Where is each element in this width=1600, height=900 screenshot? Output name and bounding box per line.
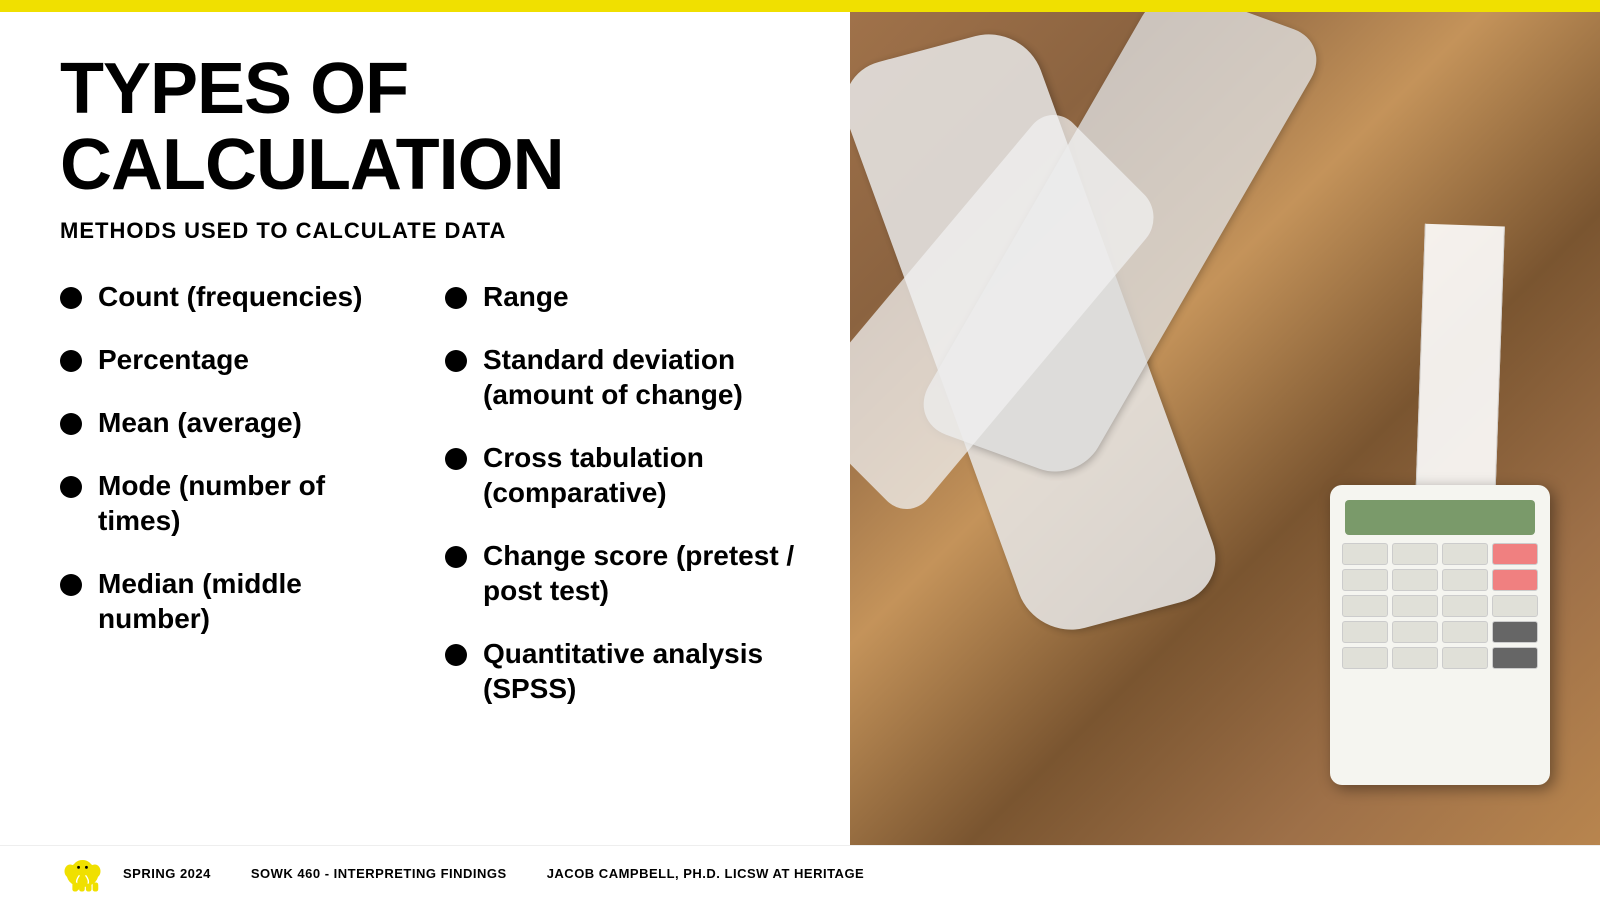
left-panel: TYPES OF CALCULATION METHODS USED TO CAL… xyxy=(0,12,850,845)
bullet-text: Standard deviation (amount of change) xyxy=(483,342,800,412)
list-item: Range xyxy=(445,279,800,314)
bullet-dot xyxy=(445,546,467,568)
footer-semester: SPRING 2024 xyxy=(123,866,211,881)
calc-btn xyxy=(1442,621,1488,643)
bullet-columns: Count (frequencies) Percentage Mean (ave… xyxy=(60,279,800,845)
calculator-display xyxy=(1345,500,1535,535)
calc-btn xyxy=(1442,543,1488,565)
calc-btn xyxy=(1442,647,1488,669)
calc-btn xyxy=(1392,621,1438,643)
subtitle: METHODS USED TO CALCULATE DATA xyxy=(60,218,800,244)
left-bullet-column: Count (frequencies) Percentage Mean (ave… xyxy=(60,279,415,845)
calc-btn xyxy=(1342,595,1388,617)
footer: SPRING 2024 SOWK 460 - INTERPRETING FIND… xyxy=(0,845,1600,900)
bullet-dot xyxy=(60,476,82,498)
bullet-dot xyxy=(60,287,82,309)
calc-btn xyxy=(1342,569,1388,591)
footer-course: SOWK 460 - INTERPRETING FINDINGS xyxy=(251,866,507,881)
list-item: Change score (pretest / post test) xyxy=(445,538,800,608)
bullet-text: Mode (number of times) xyxy=(98,468,415,538)
calculator-buttons xyxy=(1330,543,1550,669)
calc-btn xyxy=(1392,569,1438,591)
bullet-text: Change score (pretest / post test) xyxy=(483,538,800,608)
list-item: Median (middle number) xyxy=(60,566,415,636)
bullet-dot xyxy=(60,574,82,596)
main-content: TYPES OF CALCULATION METHODS USED TO CAL… xyxy=(0,12,1600,845)
calc-btn xyxy=(1392,543,1438,565)
bullet-dot xyxy=(445,448,467,470)
list-item: Mode (number of times) xyxy=(60,468,415,538)
bullet-dot xyxy=(445,644,467,666)
list-item: Count (frequencies) xyxy=(60,279,415,314)
bullet-text: Count (frequencies) xyxy=(98,279,362,314)
calc-btn-pink xyxy=(1492,543,1538,565)
elephant-logo xyxy=(60,851,105,896)
calc-btn-pink xyxy=(1492,569,1538,591)
calc-btn xyxy=(1492,595,1538,617)
bullet-text: Range xyxy=(483,279,569,314)
bullet-dot xyxy=(60,350,82,372)
list-item: Standard deviation (amount of change) xyxy=(445,342,800,412)
calc-btn-dark xyxy=(1492,621,1538,643)
calc-btn xyxy=(1342,621,1388,643)
list-item: Mean (average) xyxy=(60,405,415,440)
bullet-text: Quantitative analysis (SPSS) xyxy=(483,636,800,706)
page-title: TYPES OF CALCULATION xyxy=(60,52,800,203)
wood-background xyxy=(850,12,1600,845)
bullet-text: Percentage xyxy=(98,342,249,377)
bullet-text: Median (middle number) xyxy=(98,566,415,636)
calc-btn xyxy=(1342,543,1388,565)
calculator-tape-out xyxy=(1415,224,1505,507)
calculator xyxy=(1330,485,1550,785)
list-item: Percentage xyxy=(60,342,415,377)
footer-instructor: JACOB CAMPBELL, PH.D. LICSW AT HERITAGE xyxy=(547,866,865,881)
right-bullet-column: Range Standard deviation (amount of chan… xyxy=(445,279,800,845)
calc-btn xyxy=(1442,569,1488,591)
right-image-panel xyxy=(850,12,1600,845)
calc-btn xyxy=(1342,647,1388,669)
list-item: Cross tabulation (comparative) xyxy=(445,440,800,510)
list-item: Quantitative analysis (SPSS) xyxy=(445,636,800,706)
bullet-dot xyxy=(60,413,82,435)
bullet-text: Mean (average) xyxy=(98,405,302,440)
top-accent-bar xyxy=(0,0,1600,12)
bullet-dot xyxy=(445,287,467,309)
calc-btn xyxy=(1392,647,1438,669)
bullet-text: Cross tabulation (comparative) xyxy=(483,440,800,510)
bullet-dot xyxy=(445,350,467,372)
calc-btn xyxy=(1392,595,1438,617)
calc-btn xyxy=(1442,595,1488,617)
calc-btn-dark xyxy=(1492,647,1538,669)
